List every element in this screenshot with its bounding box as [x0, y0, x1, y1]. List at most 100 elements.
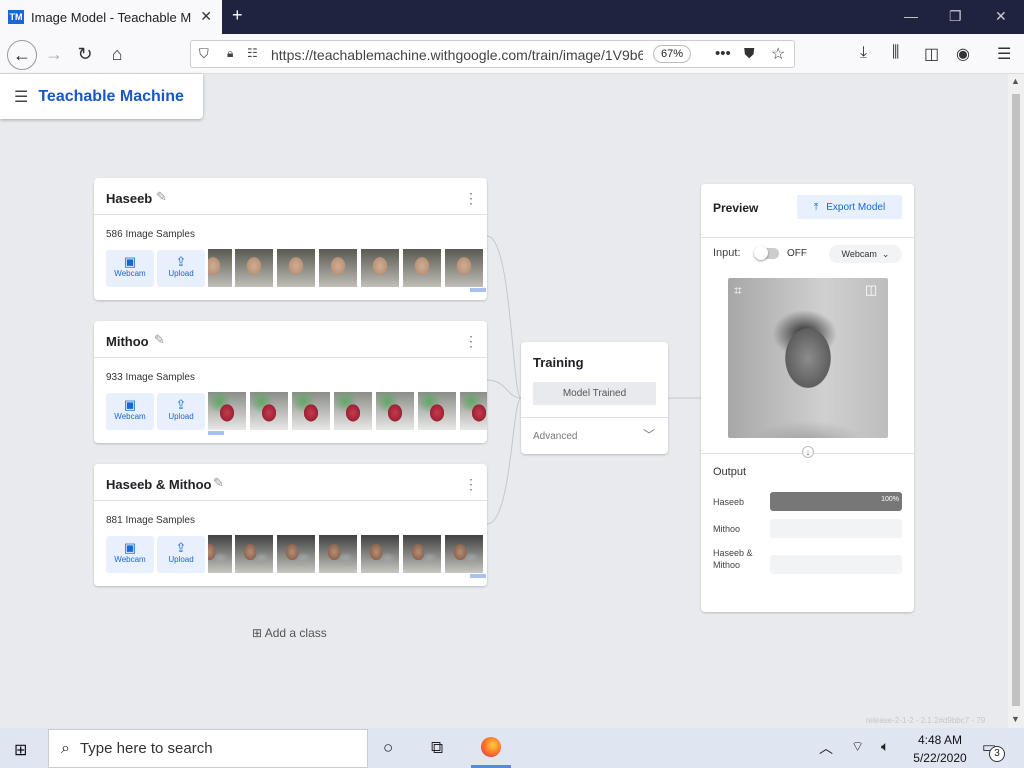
sample-thumbnail[interactable]: [250, 392, 288, 430]
sample-thumbnail[interactable]: [319, 249, 357, 287]
export-upload-icon: ⤒: [813, 201, 819, 213]
network-icon[interactable]: ⌔: [851, 738, 864, 756]
pencil-icon[interactable]: ✎: [154, 332, 165, 348]
pencil-icon[interactable]: ✎: [213, 475, 224, 491]
sample-thumbnail[interactable]: [208, 249, 232, 287]
webcam-button[interactable]: ▣ Webcam: [106, 393, 154, 430]
flip-icon[interactable]: ◫: [865, 282, 877, 298]
sample-thumbnails[interactable]: [208, 249, 487, 287]
account-icon[interactable]: ◉: [956, 44, 970, 64]
thumbnail-scrollbar[interactable]: [470, 288, 486, 292]
sample-thumbnail[interactable]: [292, 392, 330, 430]
library-icon[interactable]: ⫼: [892, 44, 899, 62]
input-toggle[interactable]: [754, 246, 779, 260]
taskbar-search[interactable]: ⌕ Type here to search: [48, 729, 368, 768]
address-bar[interactable]: ⛉ 🔒︎ ☷ https://teachablemachine.withgoog…: [190, 40, 795, 68]
sample-count: 586 Image Samples: [106, 229, 195, 240]
divider: [94, 500, 487, 501]
sample-thumbnail[interactable]: [208, 392, 246, 430]
firefox-taskbar-button[interactable]: [471, 728, 511, 768]
sample-thumbnail[interactable]: [376, 392, 414, 430]
export-model-button[interactable]: ⤒ Export Model: [797, 195, 902, 219]
minimize-icon[interactable]: —: [904, 8, 918, 24]
class-name[interactable]: Mithoo: [106, 334, 149, 349]
sample-thumbnail[interactable]: [418, 392, 456, 430]
upload-icon: ⇪: [175, 397, 187, 412]
webcam-button[interactable]: ▣ Webcam: [106, 250, 154, 287]
model-trained-button[interactable]: Model Trained: [533, 382, 656, 405]
thumbnail-scrollbar[interactable]: [470, 574, 486, 578]
chevron-up-icon[interactable]: ︿: [819, 738, 833, 758]
new-tab-icon[interactable]: +: [232, 5, 243, 26]
url-text[interactable]: https://teachablemachine.withgoogle.com/…: [271, 47, 643, 63]
taskbar-clock[interactable]: 4:48 AM 5/22/2020: [908, 731, 972, 767]
sample-thumbnails[interactable]: [208, 392, 487, 430]
scroll-down-icon[interactable]: ▼: [1011, 714, 1020, 724]
upload-button[interactable]: ⇪ Upload: [157, 536, 205, 573]
video-camera-icon: ▣: [123, 254, 137, 269]
thumbnail-scrollbar[interactable]: [208, 431, 224, 435]
page-scrollbar[interactable]: ▲ ▼: [1008, 74, 1024, 728]
back-arrow-icon[interactable]: ←: [7, 40, 37, 70]
shield-icon[interactable]: ⛉: [199, 46, 209, 62]
more-options-icon[interactable]: ⋮: [464, 476, 478, 493]
upload-label: Upload: [168, 555, 194, 564]
sample-thumbnail[interactable]: [361, 249, 399, 287]
sample-thumbnail[interactable]: [403, 535, 441, 573]
menu-icon[interactable]: ☰: [997, 44, 1011, 64]
restore-icon[interactable]: ❐: [949, 8, 962, 25]
reload-icon[interactable]: ↻: [72, 42, 98, 66]
download-icon[interactable]: ⤓: [860, 44, 867, 62]
more-options-icon[interactable]: ⋮: [464, 333, 478, 350]
sample-thumbnail[interactable]: [208, 535, 232, 573]
pocket-icon[interactable]: ⛊: [744, 45, 755, 62]
sample-thumbnail[interactable]: [235, 535, 273, 573]
hamburger-menu-icon[interactable]: ☰: [14, 87, 28, 107]
output-label: Haseeb: [713, 497, 745, 507]
add-class-button[interactable]: ⊞ Add a class: [252, 626, 327, 640]
scroll-up-icon[interactable]: ▲: [1011, 76, 1020, 86]
app-brand[interactable]: Teachable Machine: [38, 88, 184, 106]
lock-icon[interactable]: 🔒︎: [227, 46, 233, 61]
page-actions-icon[interactable]: •••: [715, 45, 731, 62]
class-name[interactable]: Haseeb & Mithoo: [106, 477, 211, 492]
home-icon[interactable]: ⌂: [104, 42, 130, 66]
pencil-icon[interactable]: ✎: [156, 189, 167, 205]
zoom-level[interactable]: 67%: [653, 45, 691, 63]
sample-thumbnail[interactable]: [460, 392, 487, 430]
bookmark-star-icon[interactable]: ☆: [771, 44, 785, 64]
input-source-select[interactable]: Webcam ⌄: [829, 245, 902, 263]
upload-button[interactable]: ⇪ Upload: [157, 393, 205, 430]
sample-thumbnail[interactable]: [277, 535, 315, 573]
firefox-icon: [481, 736, 501, 757]
windows-start-icon[interactable]: ⊞: [14, 740, 27, 760]
sample-thumbnail[interactable]: [334, 392, 372, 430]
sample-thumbnail[interactable]: [445, 535, 483, 573]
chevron-down-icon[interactable]: ﹀: [643, 426, 655, 443]
advanced-toggle[interactable]: Advanced: [533, 431, 577, 442]
sample-thumbnail[interactable]: [445, 249, 483, 287]
permissions-icon[interactable]: ☷: [247, 46, 258, 60]
volume-icon[interactable]: 🔈︎: [881, 738, 889, 755]
close-tab-icon[interactable]: ✕: [200, 8, 212, 25]
sample-thumbnail[interactable]: [319, 535, 357, 573]
cortana-icon[interactable]: ○: [383, 738, 393, 758]
forward-arrow-icon[interactable]: →: [41, 42, 67, 66]
sample-thumbnails[interactable]: [208, 535, 487, 573]
class-name[interactable]: Haseeb: [106, 191, 152, 206]
scrollbar-thumb[interactable]: [1012, 94, 1020, 706]
sample-thumbnail[interactable]: [277, 249, 315, 287]
browser-tab[interactable]: TM Image Model - Teachable Mach ✕: [0, 0, 222, 34]
sample-thumbnail[interactable]: [235, 249, 273, 287]
crop-icon[interactable]: ⌗: [734, 282, 742, 299]
output-title: Output: [713, 466, 747, 478]
upload-button[interactable]: ⇪ Upload: [157, 250, 205, 287]
more-options-icon[interactable]: ⋮: [464, 190, 478, 207]
sidebar-icon[interactable]: ◫: [924, 44, 939, 64]
divider: [701, 237, 914, 238]
sample-thumbnail[interactable]: [361, 535, 399, 573]
webcam-button[interactable]: ▣ Webcam: [106, 536, 154, 573]
sample-thumbnail[interactable]: [403, 249, 441, 287]
window-close-icon[interactable]: ✕: [995, 8, 1007, 25]
task-view-icon[interactable]: ⧉: [431, 738, 443, 758]
